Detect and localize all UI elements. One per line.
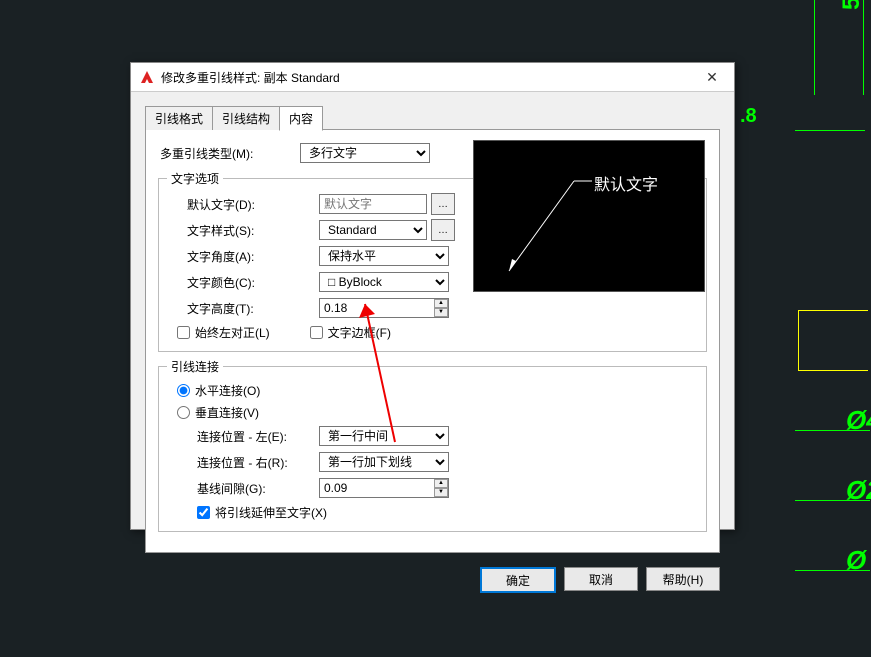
select-conn-left[interactable]: 第一行中间 (319, 426, 449, 446)
select-conn-right[interactable]: 第一行加下划线 (319, 452, 449, 472)
tab-leader-format[interactable]: 引线格式 (145, 106, 213, 130)
checkbox-text-frame[interactable]: 文字边框(F) (310, 321, 391, 343)
input-default-text[interactable] (319, 194, 427, 214)
titlebar: 修改多重引线样式: 副本 Standard ✕ (131, 63, 734, 92)
label-text-style: 文字样式(S): (167, 222, 319, 239)
select-leader-type[interactable]: 多行文字 (300, 143, 430, 163)
yline-3 (798, 370, 868, 371)
spinner-text-height[interactable]: ▲▼ (434, 299, 448, 317)
label-landing-gap: 基线间隙(G): (167, 480, 319, 497)
cancel-button[interactable]: 取消 (564, 567, 638, 591)
label-text-color: 文字颜色(C): (167, 274, 319, 291)
preview-leader-icon (474, 141, 704, 291)
legend-text-options: 文字选项 (167, 170, 223, 187)
radio-vertical[interactable]: 垂直连接(V) (167, 401, 698, 423)
dimline-h4 (795, 570, 870, 571)
preview-pane: 默认文字 (473, 140, 705, 292)
yline-1 (798, 310, 799, 370)
app-logo-icon (139, 69, 155, 85)
dim-phi2: Ø2 (846, 475, 871, 506)
radio-horizontal[interactable]: 水平连接(O) (167, 379, 698, 401)
dim-phi4: Ø4 (846, 405, 871, 436)
close-button[interactable]: ✕ (698, 67, 726, 87)
input-text-height[interactable] (319, 298, 449, 318)
dialog-mleader-style: 修改多重引线样式: 副本 Standard ✕ 引线格式 引线结构 内容 多重引… (130, 62, 735, 530)
label-conn-left: 连接位置 - 左(E): (167, 428, 319, 445)
dim-phi3: Ø (846, 545, 866, 576)
label-text-angle: 文字角度(A): (167, 248, 319, 265)
label-text-height: 文字高度(T): (167, 300, 319, 317)
legend-leader-connection: 引线连接 (167, 358, 223, 375)
spinner-landing-gap[interactable]: ▲▼ (434, 479, 448, 497)
button-text-style-browse[interactable]: … (431, 219, 455, 241)
dimline-h3 (795, 500, 870, 501)
dimline-h2 (795, 430, 870, 431)
input-landing-gap[interactable] (319, 478, 449, 498)
label-leader-type: 多重引线类型(M): (158, 145, 300, 162)
ok-button[interactable]: 确定 (480, 567, 556, 593)
checkbox-always-left[interactable]: 始终左对正(L) (177, 321, 270, 343)
tab-panel-content: 多重引线类型(M): 多行文字 文字选项 默认文字(D): … 文字样式(S):… (145, 130, 720, 553)
dim-50: 50.0 (838, 0, 866, 10)
button-bar: 确定 取消 帮助(H) (131, 559, 734, 601)
select-text-style[interactable]: Standard (319, 220, 427, 240)
tab-leader-structure[interactable]: 引线结构 (212, 106, 280, 130)
label-default-text: 默认文字(D): (167, 196, 319, 213)
dim-8: .8 (740, 105, 757, 128)
help-button[interactable]: 帮助(H) (646, 567, 720, 591)
dimline-h1 (795, 130, 865, 131)
window-title: 修改多重引线样式: 副本 Standard (161, 69, 692, 86)
label-conn-right: 连接位置 - 右(R): (167, 454, 319, 471)
tab-bar: 引线格式 引线结构 内容 (145, 106, 720, 130)
button-default-text-browse[interactable]: … (431, 193, 455, 215)
dimline-v1 (814, 0, 815, 95)
group-leader-connection: 引线连接 水平连接(O) 垂直连接(V) 连接位置 - 左(E): 第一行中间 … (158, 358, 707, 532)
yline-2 (798, 310, 868, 311)
tab-content[interactable]: 内容 (279, 106, 323, 131)
checkbox-extend-leader[interactable]: 将引线延伸至文字(X) (167, 501, 698, 523)
select-text-color[interactable]: □ ByBlock (319, 272, 449, 292)
dimline-v2 (863, 0, 864, 95)
select-text-angle[interactable]: 保持水平 (319, 246, 449, 266)
